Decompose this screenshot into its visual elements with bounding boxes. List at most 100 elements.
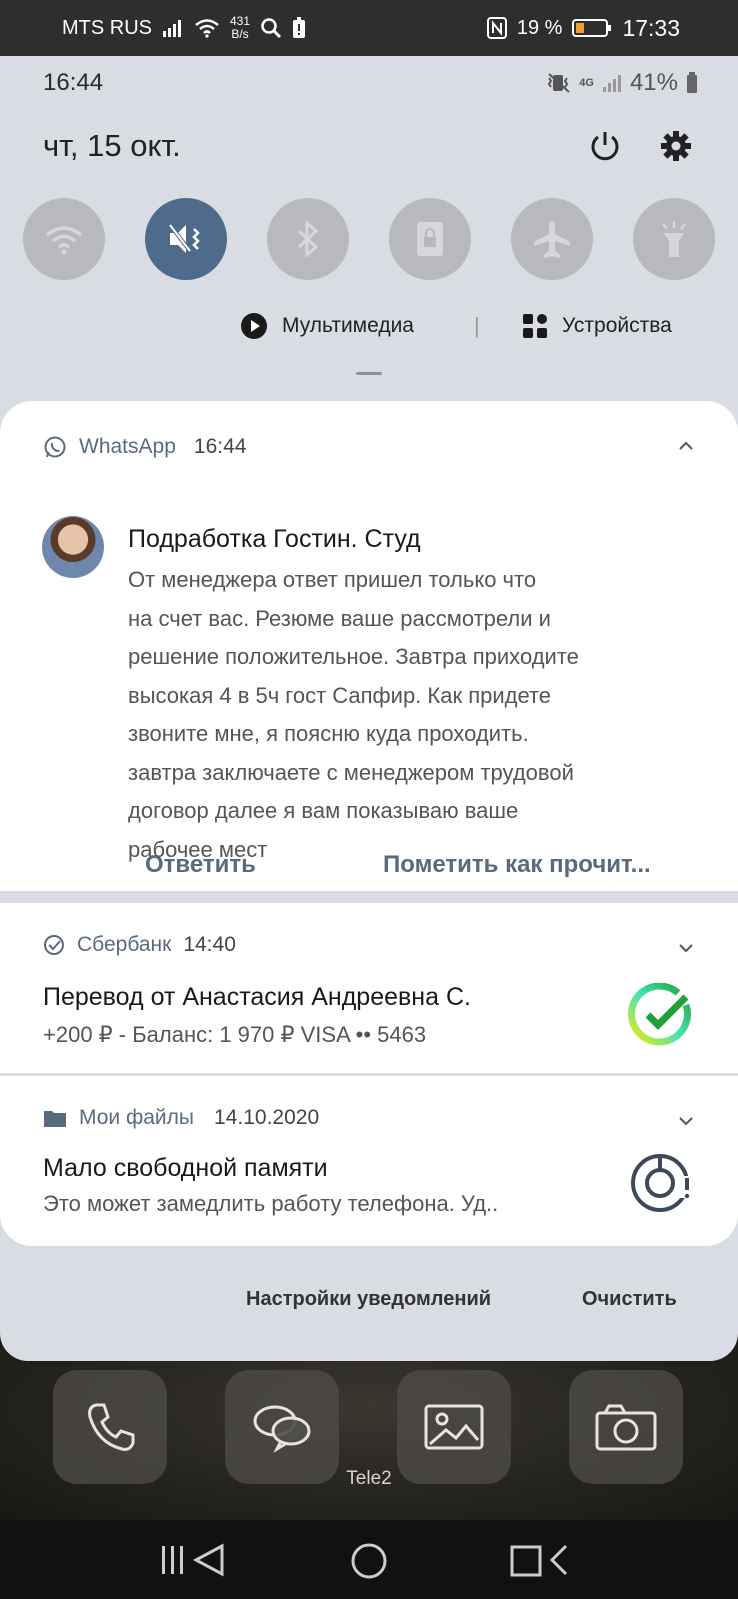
body-line: высокая 4 в 5ч гост Сапфир. Как придете [128, 682, 552, 708]
media-label: Мультимедиа [282, 314, 414, 337]
phone-icon [88, 1403, 135, 1451]
sberbank-notification[interactable]: Сбербанк 14:40 Перевод от Анастасия Андр… [0, 903, 738, 1073]
battery-icon [572, 19, 612, 37]
signal-icon [602, 75, 621, 92]
inner-battery-percent: 41% [629, 69, 678, 96]
battery-icon [687, 72, 697, 93]
recents-back-icon [162, 1543, 224, 1577]
wifi-icon [195, 19, 219, 38]
bluetooth-icon [297, 221, 319, 257]
notification-header: Мои файлы 14.10.2020 [43, 1106, 319, 1130]
check-circle-icon [44, 935, 64, 955]
clock: 17:33 [622, 14, 680, 41]
app-name: Мои файлы [79, 1106, 195, 1129]
notification-header: WhatsApp 16:44 [43, 435, 246, 459]
inner-status-bar: 16:44 4G 41% [43, 68, 698, 98]
folder-icon [44, 1111, 66, 1127]
mark-read-button[interactable]: Пометить как прочит... [383, 851, 651, 879]
chevron-up-icon[interactable] [678, 441, 694, 451]
notification-time: 16:44 [193, 435, 247, 458]
notification-actions: Ответить Пометить как прочит... [0, 851, 738, 891]
quick-settings [23, 198, 715, 280]
outer-status-bar: MTS RUS 431 B/s 19 % 17:33 [0, 0, 738, 56]
devices-button[interactable]: Устройства [522, 313, 672, 339]
notification-settings-button[interactable]: Настройки уведомлений [246, 1288, 491, 1311]
notification-title: Перевод от Анастасия Андреевна С. [43, 983, 471, 1011]
date-row: чт, 15 окт. [43, 126, 692, 166]
wifi-icon [45, 226, 83, 255]
whatsapp-icon [44, 436, 66, 458]
notification-body: От менеджера ответ пришел только что на … [128, 561, 579, 869]
body-line: договор далее я вам показываю ваше [128, 798, 519, 823]
myfiles-notification[interactable]: Мои файлы 14.10.2020 Мало свободной памя… [0, 1076, 738, 1246]
home-button[interactable] [350, 1542, 388, 1585]
battery-percent: 19 % [516, 16, 563, 39]
home-circle-icon [351, 1543, 387, 1579]
phone-app-button[interactable] [53, 1370, 167, 1484]
sberbank-logo-icon [628, 983, 691, 1046]
notification-body: Это может замедлить работу телефона. Уд.… [43, 1191, 499, 1216]
avatar [42, 516, 104, 578]
devices-grid-icon [523, 314, 547, 338]
whatsapp-notification[interactable]: WhatsApp 16:44 Подработка Гостин. Студ О… [0, 401, 738, 891]
sound-off-vibrate-icon [168, 223, 200, 253]
separator: | [474, 313, 480, 338]
flashlight-toggle[interactable] [633, 198, 715, 280]
play-icon [241, 313, 267, 339]
body-line: решение положительное. Завтра приходите [128, 644, 579, 669]
bluetooth-toggle[interactable] [267, 198, 349, 280]
vibrate-icon [548, 73, 570, 93]
devices-label: Устройства [562, 314, 672, 337]
square-back-icon [510, 1544, 568, 1577]
recents-button[interactable] [160, 1542, 230, 1583]
camera-icon [595, 1404, 657, 1451]
nfc-icon [486, 17, 507, 39]
notification-header: Сбербанк 14:40 [43, 933, 236, 957]
airplane-icon [534, 221, 570, 258]
rotation-lock-toggle[interactable] [389, 198, 471, 280]
notification-time: 14:40 [183, 933, 236, 956]
chevron-down-icon[interactable] [678, 943, 694, 953]
drag-handle[interactable] [356, 372, 382, 375]
notification-time: 14.10.2020 [214, 1106, 320, 1129]
reply-button[interactable]: Ответить [145, 851, 256, 879]
power-icon[interactable] [588, 129, 622, 163]
chevron-down-icon[interactable] [678, 1116, 694, 1126]
media-button[interactable]: Мультимедиа [0, 312, 414, 340]
clear-button[interactable]: Очистить [582, 1288, 677, 1311]
chat-icon [253, 1405, 311, 1453]
navigation-bar [0, 1520, 738, 1599]
app-name: WhatsApp [79, 435, 176, 458]
flashlight-icon [662, 221, 686, 257]
notification-title: Подработка Гостин. Студ [128, 525, 421, 553]
notification-body: +200 ₽ - Баланс: 1 970 ₽ VISA •• 5463 [43, 1022, 427, 1047]
camera-app-button[interactable] [569, 1370, 683, 1484]
gallery-app-button[interactable] [397, 1370, 511, 1484]
search-icon [261, 18, 282, 39]
media-devices-row: Мультимедиа | Устройства [0, 306, 738, 346]
back-button[interactable] [510, 1542, 572, 1583]
wifi-toggle[interactable] [23, 198, 105, 280]
inner-clock: 16:44 [43, 69, 104, 96]
body-line: звоните мне, я поясню куда проходить. [128, 721, 529, 746]
battery-alert-icon [293, 17, 306, 38]
airplane-mode-toggle[interactable] [511, 198, 593, 280]
carrier-label: MTS RUS [62, 16, 152, 39]
network-speed: 431 B/s [230, 14, 251, 41]
notification-shade: 16:44 4G 41% чт, 15 окт. Мультимедиа | У… [0, 56, 738, 1361]
settings-gear-icon[interactable] [660, 130, 692, 162]
notification-title: Мало свободной памяти [43, 1154, 328, 1182]
rotation-lock-icon [417, 222, 443, 256]
date-label: чт, 15 окт. [43, 128, 181, 163]
body-line: завтра заключаете с менеджером трудовой [128, 759, 574, 785]
body-line: на счет вас. Резюме ваше рассмотрели и [128, 605, 551, 631]
home-carrier-label: Tele2 [346, 1468, 392, 1489]
storage-warning-icon [631, 1154, 694, 1212]
gallery-icon [424, 1404, 484, 1450]
body-line: От менеджера ответ пришел только что [128, 567, 537, 592]
messages-app-button[interactable] [225, 1370, 339, 1484]
vibrate-toggle[interactable] [145, 198, 227, 280]
app-name: Сбербанк [77, 933, 172, 956]
network-type: 4G [579, 77, 594, 89]
signal-icon [163, 20, 181, 37]
